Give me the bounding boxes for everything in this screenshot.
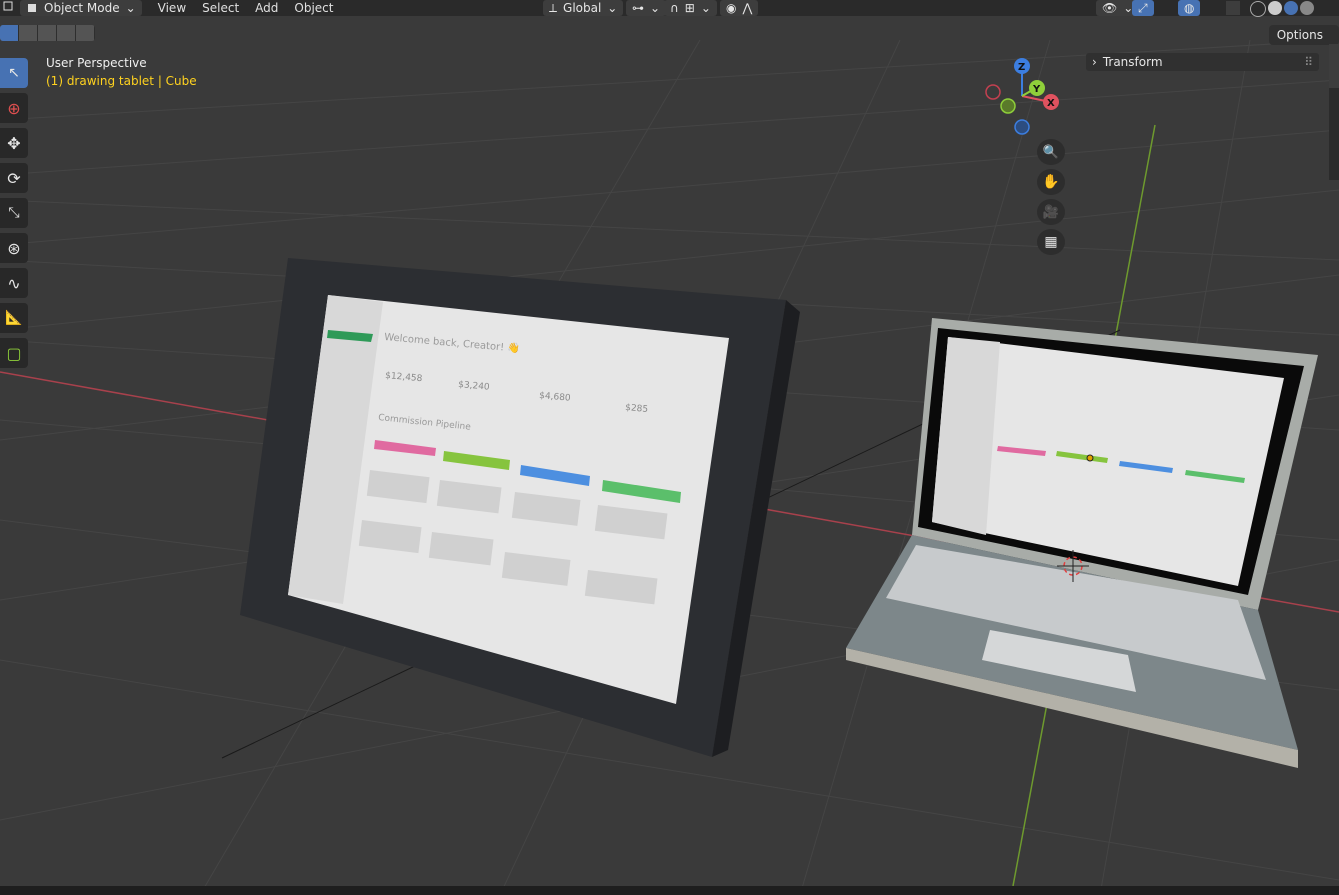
select-extend-icon[interactable] [19,25,38,41]
cursor-tool[interactable]: ⊕ [0,93,28,123]
rendered-shading-icon[interactable] [1300,1,1314,15]
menu-select[interactable]: Select [194,0,247,16]
tablet-stat-4: $285 [625,403,649,415]
menu-view[interactable]: View [150,0,194,16]
magnet-icon: ∩ [670,1,679,15]
select-subtract-icon[interactable] [38,25,57,41]
selection-mode-group [0,25,95,41]
scale-icon: ⤡ [8,205,20,221]
gizmo-y-label: Y [1032,84,1041,95]
xray-toggle[interactable] [1226,1,1240,15]
scale-tool[interactable]: ⤡ [0,198,28,228]
gizmo-z-label: Z [1018,62,1025,73]
solid-shading-icon[interactable] [1268,1,1282,15]
chevron-right-icon: › [1092,55,1097,69]
wireframe-shading-icon[interactable] [1250,1,1266,17]
grid-perspective-icon: ▦ [1044,234,1058,250]
navigation-gizmo[interactable]: Z X Y [984,56,1064,136]
ruler-icon: 📐 [5,310,23,326]
material-shading-icon[interactable] [1284,1,1298,15]
transform-icon: ⊛ [7,238,21,258]
orientation-dropdown[interactable]: ⟂ Global ⌄ [543,0,624,16]
menu-add[interactable]: Add [247,0,286,16]
toolbar: ↖ ⊕ ✥ ⟳ ⤡ ⊛ ∿ 📐 ▢ [0,58,28,373]
falloff-icon: ⋀ [742,1,753,15]
move-tool[interactable]: ✥ [0,128,28,158]
object-mode-icon [28,4,36,12]
hand-icon: ✋ [1042,174,1060,190]
pan-button[interactable]: ✋ [1037,169,1065,195]
cube-icon [3,1,13,11]
annotate-pen-icon: ∿ [7,273,21,293]
chevron-down-icon: ⌄ [650,1,661,15]
zoom-button[interactable]: 🔍 [1037,139,1065,165]
select-intersect-icon[interactable] [57,25,76,41]
overlay-toggle[interactable]: ◍ [1178,0,1201,16]
add-cube-icon: ▢ [6,343,22,363]
tab-view[interactable] [1329,132,1339,176]
transform-tool[interactable]: ⊛ [0,233,28,263]
camera-icon: 🎥 [1042,204,1060,220]
chevron-down-icon: ⌄ [125,1,136,15]
measure-tool[interactable]: 📐 [0,303,28,333]
rotate-tool[interactable]: ⟳ [0,163,28,193]
tab-item[interactable] [1329,44,1339,88]
snap-increment-icon: ⊞ [684,1,695,15]
shading-modes [1250,1,1314,17]
tool-header: Options [0,23,1339,45]
viewport-scene[interactable]: Welcome back, Creator! 👋 $12,458 $3,240 … [0,0,1339,895]
zoom-magnifier-icon: 🔍 [1042,144,1060,160]
gizmo-x-label: X [1047,98,1055,109]
overlay-icon: ◍ [1184,1,1195,15]
add-cube-tool[interactable]: ▢ [0,338,28,368]
sidebar-tabs [1329,44,1339,180]
viewport-title: User Perspective [46,56,147,70]
proportional-edit-icon: ◉ [726,1,737,15]
options-dropdown[interactable]: Options [1268,25,1339,45]
transform-label: Transform [1102,55,1163,69]
chevron-down-icon: ⌄ [607,1,618,15]
transform-panel-header[interactable]: › Transform ⠿ [1086,53,1319,71]
cursor-arrow-icon: ↖ [8,65,20,81]
pivot-icon: ⊶ [632,1,644,15]
rotate-icon: ⟳ [7,168,21,188]
move-arrows-icon: ✥ [7,133,21,153]
crosshair-icon: ⊕ [7,98,21,118]
gizmo-toggle[interactable]: ⤢ [1132,0,1154,16]
camera-view-button[interactable]: 🎥 [1037,199,1065,225]
editor-type-dropdown[interactable] [0,0,20,16]
eye-icon: 👁 [1102,1,1118,15]
perspective-toggle-button[interactable]: ▦ [1037,229,1065,255]
orientation-axes-icon: ⟂ [549,1,558,15]
header-bar: Object Mode ⌄ View Select Add Object ⟂ G… [0,0,1339,17]
menu-object[interactable]: Object [286,0,341,16]
orientation-label: Global [563,1,602,15]
active-object-label: (1) drawing tablet | Cube [46,74,197,88]
tab-tool[interactable] [1329,88,1339,132]
gizmo-icon: ⤢ [1138,1,1148,15]
snap-dropdown[interactable]: ∩ ⊞ ⌄ [664,0,717,16]
select-set-icon[interactable] [0,25,19,41]
proportional-edit-dropdown[interactable]: ◉ ⋀ [720,0,759,16]
drag-handle-icon[interactable]: ⠿ [1304,55,1313,69]
status-bar [0,886,1339,895]
select-difference-icon[interactable] [76,25,95,41]
mode-dropdown[interactable]: Object Mode ⌄ [20,0,142,16]
pivot-dropdown[interactable]: ⊶ ⌄ [626,0,667,16]
chevron-down-icon: ⌄ [700,1,711,15]
select-box-tool[interactable]: ↖ [0,58,28,88]
mode-label: Object Mode [44,1,120,15]
options-label: Options [1276,28,1323,42]
annotate-tool[interactable]: ∿ [0,268,28,298]
